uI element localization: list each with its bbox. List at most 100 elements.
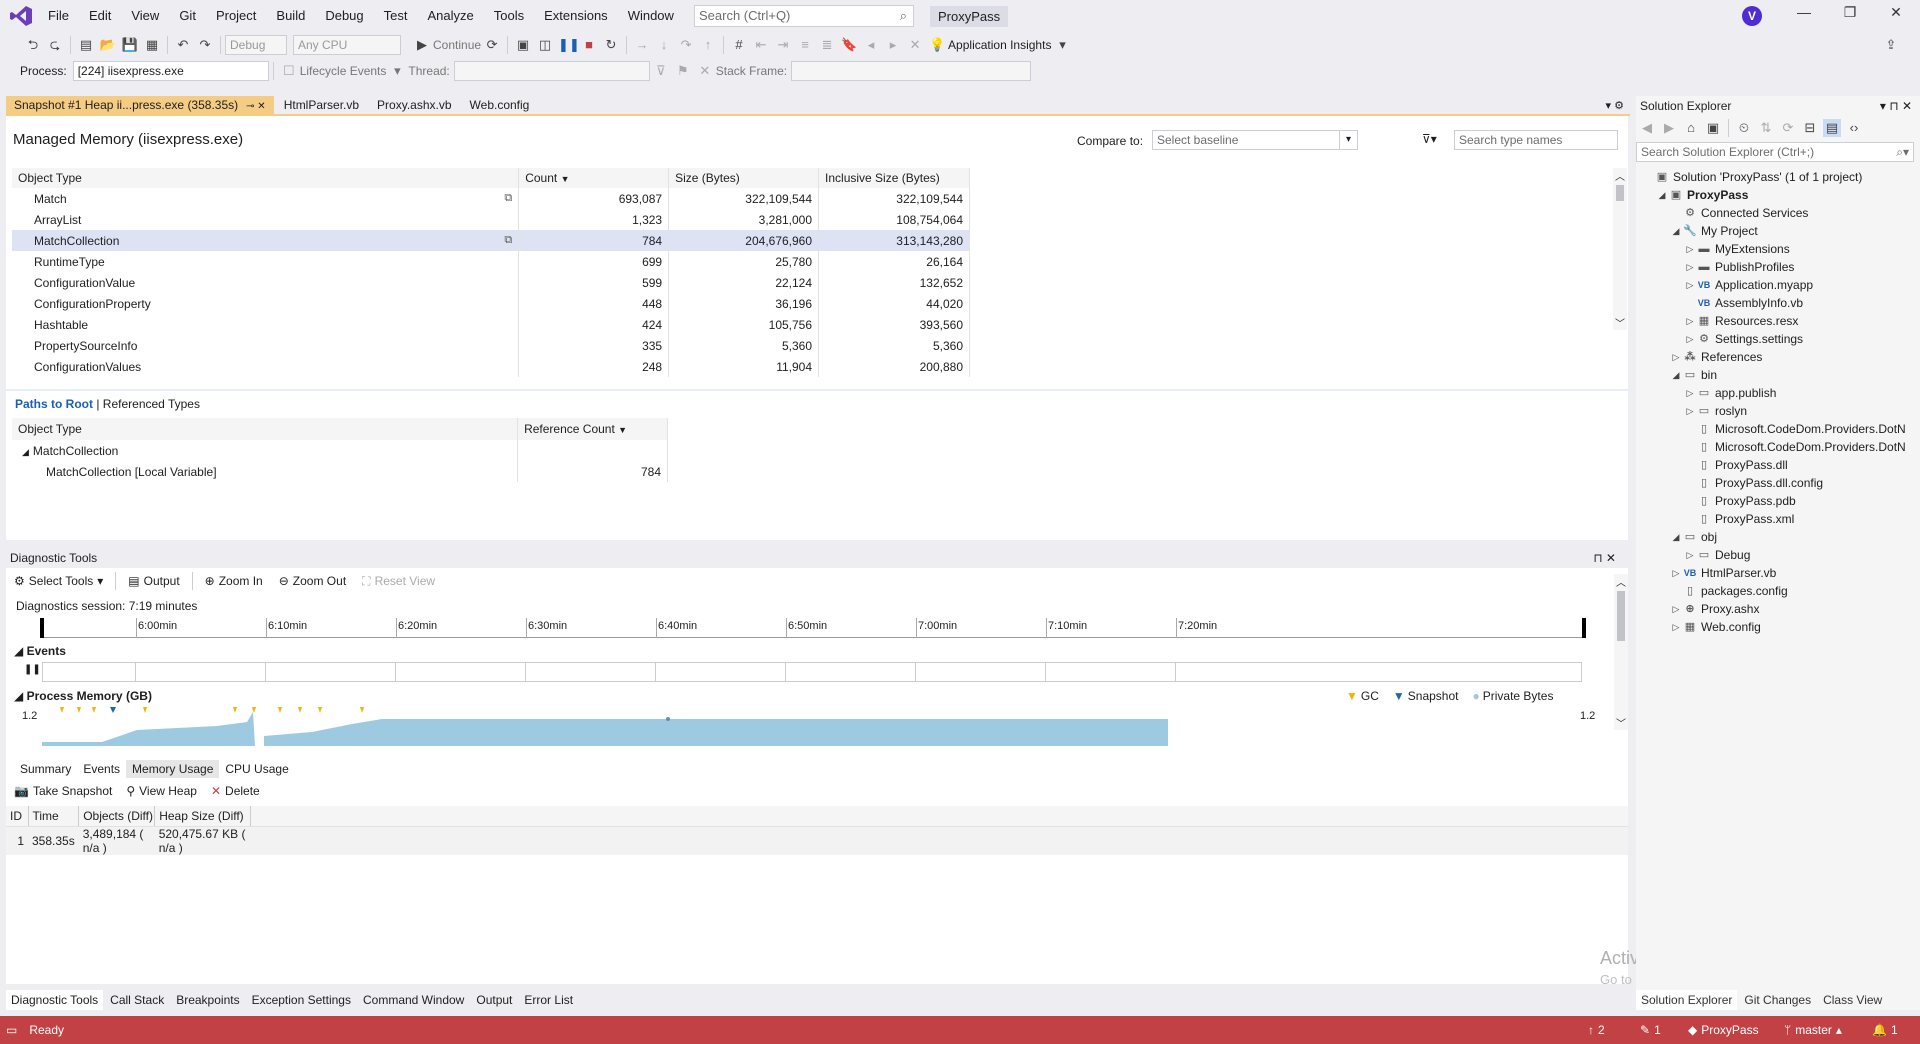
tree-item[interactable]: ⚙ Connected Services — [1636, 204, 1920, 222]
thread-select[interactable] — [453, 61, 650, 81]
tab-command-window[interactable]: Command Window — [358, 990, 469, 1010]
lifecycle-events-button[interactable]: Lifecycle Events — [300, 64, 387, 78]
tree-item[interactable]: ▷ ▦ Resources.resx — [1636, 312, 1920, 330]
column-header-object-type[interactable]: Object Type — [12, 168, 520, 188]
avatar[interactable]: V — [1742, 6, 1762, 26]
table-row[interactable]: ConfigurationProperty 448 36,196 44,020 — [12, 293, 970, 314]
menu-window[interactable]: Window — [618, 0, 684, 32]
snapshot-heap-size[interactable]: 520,475.67 KB ( n/a ) — [154, 826, 251, 855]
scroll-thumb[interactable] — [1616, 185, 1624, 201]
bookmark-icon[interactable]: 🔖 — [840, 36, 858, 54]
step-out-icon[interactable]: ↑ — [699, 36, 717, 54]
restore-icon[interactable]: ❐ — [1828, 4, 1872, 28]
back-icon[interactable]: ⮌ — [24, 36, 42, 54]
menu-tools[interactable]: Tools — [484, 0, 534, 32]
tree-item[interactable]: ▷ VB HtmlParser.vb — [1636, 564, 1920, 582]
tab-breakpoints[interactable]: Breakpoints — [171, 990, 244, 1010]
back-icon[interactable]: ◀ — [1638, 119, 1656, 137]
tab-call-stack[interactable]: Call Stack — [105, 990, 169, 1010]
menu-git[interactable]: Git — [169, 0, 206, 32]
process-memory-track-label[interactable]: ◢ Process Memory (GB) — [14, 689, 152, 703]
expand-arrow-icon[interactable]: ◢ — [1656, 186, 1668, 204]
delete-button[interactable]: ✕ Delete — [211, 784, 260, 798]
expand-arrow-icon[interactable]: ◢ — [1670, 366, 1682, 384]
settings-icon[interactable]: ▾ ⚙ — [1606, 99, 1624, 112]
table-row[interactable]: ConfigurationValue 599 22,124 132,652 — [12, 272, 970, 293]
tree-item[interactable]: ▯ packages.config — [1636, 582, 1920, 600]
continue-button[interactable]: Continue — [433, 38, 481, 52]
tab-referenced-types[interactable]: Referenced Types — [103, 397, 200, 411]
tab-solution-explorer[interactable]: Solution Explorer — [1636, 990, 1738, 1010]
process-select[interactable]: [224] iisexpress.exe — [72, 61, 269, 81]
expand-arrow-icon[interactable]: ◢ — [22, 447, 29, 457]
step-over-icon[interactable]: ↷ — [677, 36, 695, 54]
tab-document[interactable]: Proxy.ashx.vb — [369, 96, 459, 114]
tree-item[interactable]: ▷ ▬ PublishProfiles — [1636, 258, 1920, 276]
forward-icon[interactable]: ⮎ — [46, 36, 64, 54]
refresh-icon[interactable]: ⟳ — [1779, 119, 1797, 137]
live-share-icon[interactable]: ⇪ — [1882, 36, 1900, 54]
snapshot-marker[interactable] — [110, 707, 116, 713]
collapse-all-icon[interactable]: ⊟ — [1801, 119, 1819, 137]
tree-item[interactable]: ▯ Microsoft.CodeDom.Providers.DotN — [1636, 438, 1920, 456]
redo-icon[interactable]: ↷ — [196, 36, 214, 54]
tree-item[interactable]: ◢ 🔧 My Project — [1636, 222, 1920, 240]
events-track[interactable] — [42, 662, 1582, 682]
view-heap-button[interactable]: ⚲ View Heap — [126, 784, 197, 798]
tab-cpu-usage[interactable]: CPU Usage — [219, 760, 294, 778]
open-icon[interactable]: 📂 — [99, 36, 117, 54]
switch-views-icon[interactable]: ▣ — [1704, 119, 1722, 137]
output-button[interactable]: ▤ Output — [120, 574, 187, 588]
tree-item[interactable]: ◢ ▣ ProxyPass — [1636, 186, 1920, 204]
baseline-select[interactable]: Select baseline ▾ — [1152, 130, 1358, 150]
expand-arrow-icon[interactable]: ▷ — [1684, 546, 1696, 564]
zoom-in-button[interactable]: ⊕ Zoom In — [197, 574, 271, 588]
table-row[interactable]: PropertySourceInfo 335 5,360 5,360 — [12, 335, 970, 356]
close-icon[interactable]: ⊸ ✕ — [246, 101, 266, 112]
expand-arrow-icon[interactable]: ▷ — [1684, 330, 1696, 348]
menu-debug[interactable]: Debug — [315, 0, 373, 32]
uncomment-icon[interactable]: ≣ — [818, 36, 836, 54]
repository-selector[interactable]: ◆ ProxyPass — [1688, 1023, 1759, 1037]
tree-item[interactable]: ▷ ▭ app.publish — [1636, 384, 1920, 402]
column-header-object-type[interactable]: Object Type — [12, 418, 519, 440]
sync-icon[interactable]: ⇅ — [1757, 119, 1775, 137]
clear-bookmarks-icon[interactable]: ✕ — [906, 36, 924, 54]
table-row[interactable]: ◢ MatchCollection — [12, 440, 668, 461]
tab-diagnostic-tools[interactable]: Diagnostic Tools — [6, 990, 104, 1010]
tree-item[interactable]: ▷ ⊕ Proxy.ashx — [1636, 600, 1920, 618]
zoom-out-button[interactable]: ⊖ Zoom Out — [271, 574, 354, 588]
undo-icon[interactable]: ↶ — [174, 36, 192, 54]
table-row[interactable]: 1 358.35s 3,489,184 ( n/a ) 520,475.67 K… — [6, 826, 1628, 855]
tab-summary[interactable]: Summary — [14, 760, 77, 778]
home-icon[interactable]: ⌂ — [1682, 119, 1700, 137]
tree-item[interactable]: ▷ ⚙ Settings.settings — [1636, 330, 1920, 348]
pending-changes[interactable]: ✎ 1 — [1640, 1023, 1661, 1037]
pending-changes-icon[interactable]: ⏲ — [1735, 119, 1753, 137]
select-tools-button[interactable]: ⚙ Select Tools ▾ — [6, 574, 111, 588]
filter-icon[interactable]: ⊽▾ — [1422, 132, 1437, 146]
expand-arrow-icon[interactable]: ▷ — [1684, 384, 1696, 402]
expand-arrow-icon[interactable]: ▷ — [1670, 348, 1682, 366]
scroll-down-icon[interactable]: ﹀ — [1613, 315, 1627, 330]
app-insights-icon[interactable]: 💡 — [928, 36, 946, 54]
configuration-select[interactable]: Debug — [225, 35, 287, 55]
expand-arrow-icon[interactable]: ▷ — [1684, 258, 1696, 276]
tree-item[interactable]: ▷ ▬ MyExtensions — [1636, 240, 1920, 258]
chevron-down-icon[interactable]: ▾ — [1339, 131, 1357, 149]
range-start-handle[interactable] — [40, 618, 44, 638]
tree-item[interactable]: ▷ ▭ roslyn — [1636, 402, 1920, 420]
hex-icon[interactable]: # — [730, 36, 748, 54]
tree-item[interactable]: ▯ ProxyPass.xml — [1636, 510, 1920, 528]
save-all-icon[interactable]: ▦ — [143, 36, 161, 54]
column-header-count[interactable]: Count ▼ — [518, 168, 670, 188]
expand-arrow-icon[interactable]: ▷ — [1670, 600, 1682, 618]
expand-arrow-icon[interactable]: ▷ — [1670, 618, 1682, 636]
comment-icon[interactable]: ≡ — [796, 36, 814, 54]
tree-item[interactable]: ▯ Microsoft.CodeDom.Providers.DotN — [1636, 420, 1920, 438]
table-row[interactable]: ArrayList 1,323 3,281,000 108,754,064 — [12, 209, 970, 230]
tab-error-list[interactable]: Error List — [519, 990, 578, 1010]
next-bookmark-icon[interactable]: ▸ — [884, 36, 902, 54]
notifications[interactable]: 🔔 1 — [1872, 1023, 1898, 1037]
snapshot-objects[interactable]: 3,489,184 ( n/a ) — [78, 826, 155, 855]
